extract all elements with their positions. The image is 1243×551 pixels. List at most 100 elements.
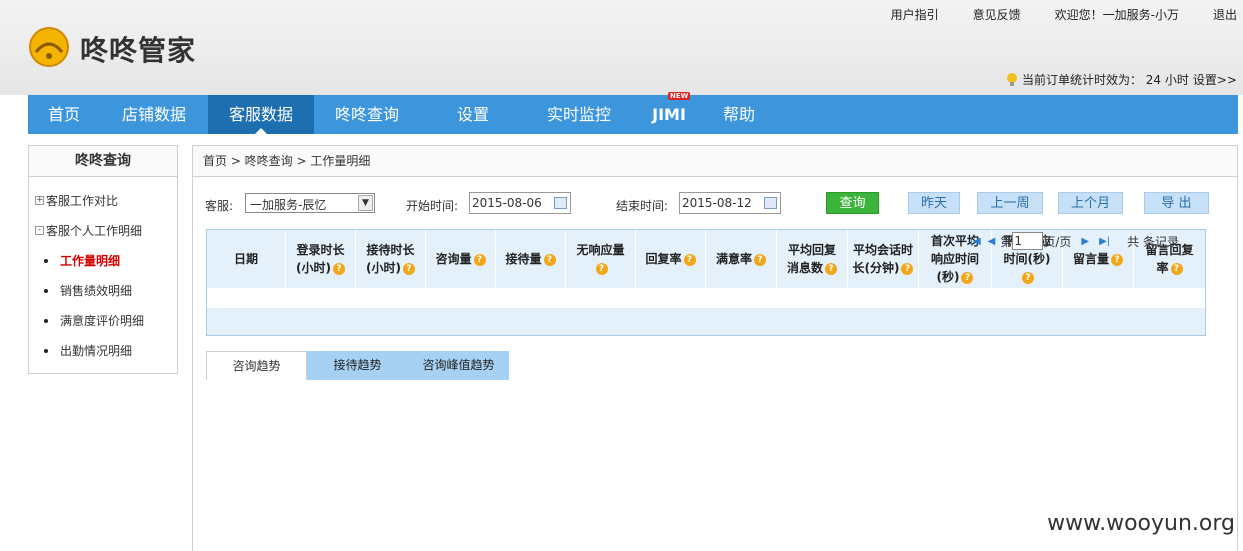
help-icon[interactable]: ? [754, 253, 766, 266]
col-no-response: 无响应量? [566, 230, 636, 288]
top-links: 用户指引 意见反馈 欢迎您！一加服务-小万 退出 [857, 6, 1237, 23]
bulb-icon [1006, 72, 1017, 86]
sidebar-group-personal[interactable]: - 客服个人工作明细 [35, 222, 142, 239]
calendar-icon[interactable] [764, 197, 777, 209]
page-number-input[interactable]: 1 [1012, 232, 1044, 250]
bullet-icon [44, 348, 48, 353]
sidebar-item-sales[interactable]: 销售绩效明细 [35, 282, 132, 299]
help-icon[interactable]: ? [402, 262, 415, 275]
nav-settings[interactable]: 设置 [420, 95, 526, 134]
trend-tabs: 咨询趋势 接待趋势 咨询峰值趋势 [206, 351, 510, 380]
sidebar-item-satisfaction[interactable]: 满意度评价明细 [35, 312, 144, 329]
start-date-value: 2015-08-06 [472, 196, 542, 210]
bullet-icon [44, 258, 48, 263]
nav-help[interactable]: 帮助 [706, 95, 772, 134]
feedback-link[interactable]: 意见反馈 [973, 6, 1021, 23]
pager-suffix: 页/页 [1043, 234, 1072, 249]
help-icon[interactable]: ? [1111, 253, 1123, 266]
new-badge: NEW [668, 92, 691, 100]
chevron-down-icon[interactable]: ▼ [358, 195, 373, 211]
watermark: www.wooyun.org [1047, 511, 1235, 536]
col-satisfaction-rate: 满意率? [706, 230, 777, 288]
sidebar-item-attendance[interactable]: 出勤情况明细 [35, 342, 132, 359]
order-stat: 当前订单统计时效为： 24 小时 设置>> [1006, 71, 1237, 88]
nav-realtime-monitor[interactable]: 实时监控 [526, 95, 632, 134]
help-icon[interactable]: ? [825, 262, 837, 275]
last-month-button[interactable]: 上个月 [1058, 192, 1123, 214]
col-login-hours: 登录时长(小时)? [286, 230, 356, 288]
service-select[interactable]: 一加服务-辰忆 ▼ [245, 193, 375, 213]
logo-text: 咚咚管家 [80, 34, 197, 67]
stat-settings-link[interactable]: 设置>> [1193, 71, 1237, 88]
help-icon[interactable]: ? [473, 253, 486, 266]
nav-store-data[interactable]: 店铺数据 [100, 95, 208, 134]
sidebar-group-label: 客服个人工作明细 [46, 224, 143, 238]
pager: |◀ ◀ 第 1 页/页 ▶ ▶| 共 条记录 [965, 232, 1179, 250]
bullet-icon [44, 288, 48, 293]
nav-service-data[interactable]: 客服数据 [208, 95, 314, 134]
sidebar-group-compare[interactable]: + 客服工作对比 [35, 192, 118, 209]
collapse-icon[interactable]: - [35, 226, 44, 235]
main-panel: 首页 > 咚咚查询 > 工作量明细 客服: 一加服务-辰忆 ▼ 开始时间: 20… [192, 145, 1238, 551]
end-label: 结束时间: [616, 199, 669, 213]
expand-icon[interactable]: + [35, 196, 44, 205]
sidebar-item-label: 销售绩效明细 [60, 284, 133, 298]
help-icon[interactable]: ? [595, 262, 608, 275]
sidebar-group-label: 客服工作对比 [46, 194, 119, 208]
nav-home[interactable]: 首页 [28, 95, 100, 134]
col-date: 日期 [207, 230, 286, 288]
yesterday-button[interactable]: 昨天 [908, 192, 960, 214]
service-label: 客服: [205, 199, 234, 213]
sidebar-item-label: 满意度评价明细 [60, 314, 145, 328]
welcome-text: 欢迎您！一加服务-小万 [1054, 8, 1179, 22]
col-inquiries: 咨询量? [426, 230, 496, 288]
col-reply-rate: 回复率? [636, 230, 706, 288]
filter-bar: 客服: 一加服务-辰忆 ▼ 开始时间: 2015-08-06 结束时间: 201… [193, 192, 1239, 216]
nav-jimi[interactable]: JIMI [632, 95, 706, 134]
table-row [207, 288, 1205, 308]
query-button[interactable]: 查询 [826, 192, 879, 214]
user-guide-link[interactable]: 用户指引 [891, 6, 939, 23]
col-avg-reply-msgs: 平均回复消息数? [777, 230, 848, 288]
col-reception-hours: 接待时长(小时)? [356, 230, 426, 288]
calendar-icon[interactable] [554, 197, 567, 209]
tab-inquiry-trend[interactable]: 咨询趋势 [206, 351, 307, 380]
main-nav: 首页 店铺数据 客服数据 咚咚查询 设置 实时监控 JIMI 帮助 [28, 95, 1238, 134]
sidebar-item-label: 工作量明细 [60, 254, 121, 268]
export-button[interactable]: 导 出 [1144, 192, 1209, 214]
col-receptions: 接待量? [496, 230, 566, 288]
bullet-icon [44, 318, 48, 323]
next-page-icon[interactable]: ▶ [1081, 236, 1089, 247]
help-icon[interactable]: ? [543, 253, 556, 266]
breadcrumb: 首页 > 咚咚查询 > 工作量明细 [193, 146, 1237, 177]
bell-logo-icon [29, 27, 69, 67]
end-date-value: 2015-08-12 [682, 196, 752, 210]
end-date-input[interactable]: 2015-08-12 [679, 192, 781, 214]
sidebar-item-workload[interactable]: 工作量明细 [35, 252, 120, 269]
nav-dongdong-query[interactable]: 咚咚查询 [314, 95, 420, 134]
last-week-button[interactable]: 上一周 [977, 192, 1043, 214]
stat-text: 当前订单统计时效为： 24 小时 [1021, 73, 1189, 87]
tab-reception-trend[interactable]: 接待趋势 [307, 351, 408, 380]
first-page-icon[interactable]: |◀ [970, 236, 981, 247]
help-icon[interactable]: ? [1170, 262, 1183, 275]
service-select-value: 一加服务-辰忆 [250, 198, 327, 212]
total-records: 共 条记录 [1127, 234, 1179, 249]
start-date-input[interactable]: 2015-08-06 [469, 192, 571, 214]
prev-page-icon[interactable]: ◀ [988, 236, 996, 247]
pager-prefix: 第 [1000, 234, 1013, 249]
col-avg-session-length: 平均会话时长(分钟)? [848, 230, 919, 288]
sidebar-item-label: 出勤情况明细 [60, 344, 133, 358]
help-icon[interactable]: ? [332, 262, 345, 275]
help-icon[interactable]: ? [1022, 271, 1034, 284]
logout-link[interactable]: 退出 [1213, 6, 1237, 23]
start-label: 开始时间: [406, 199, 459, 213]
sidebar: 咚咚查询 + 客服工作对比 - 客服个人工作明细 工作量明细 销售绩效明细 满意… [28, 145, 178, 374]
help-icon[interactable]: ? [961, 271, 974, 284]
header: 咚咚管家 用户指引 意见反馈 欢迎您！一加服务-小万 退出 当前订单统计时效为：… [0, 0, 1243, 95]
help-icon[interactable]: ? [683, 253, 696, 266]
help-icon[interactable]: ? [901, 262, 914, 275]
sidebar-title: 咚咚查询 [29, 146, 177, 177]
last-page-icon[interactable]: ▶| [1099, 236, 1110, 247]
tab-inquiry-peak-trend[interactable]: 咨询峰值趋势 [408, 351, 509, 380]
